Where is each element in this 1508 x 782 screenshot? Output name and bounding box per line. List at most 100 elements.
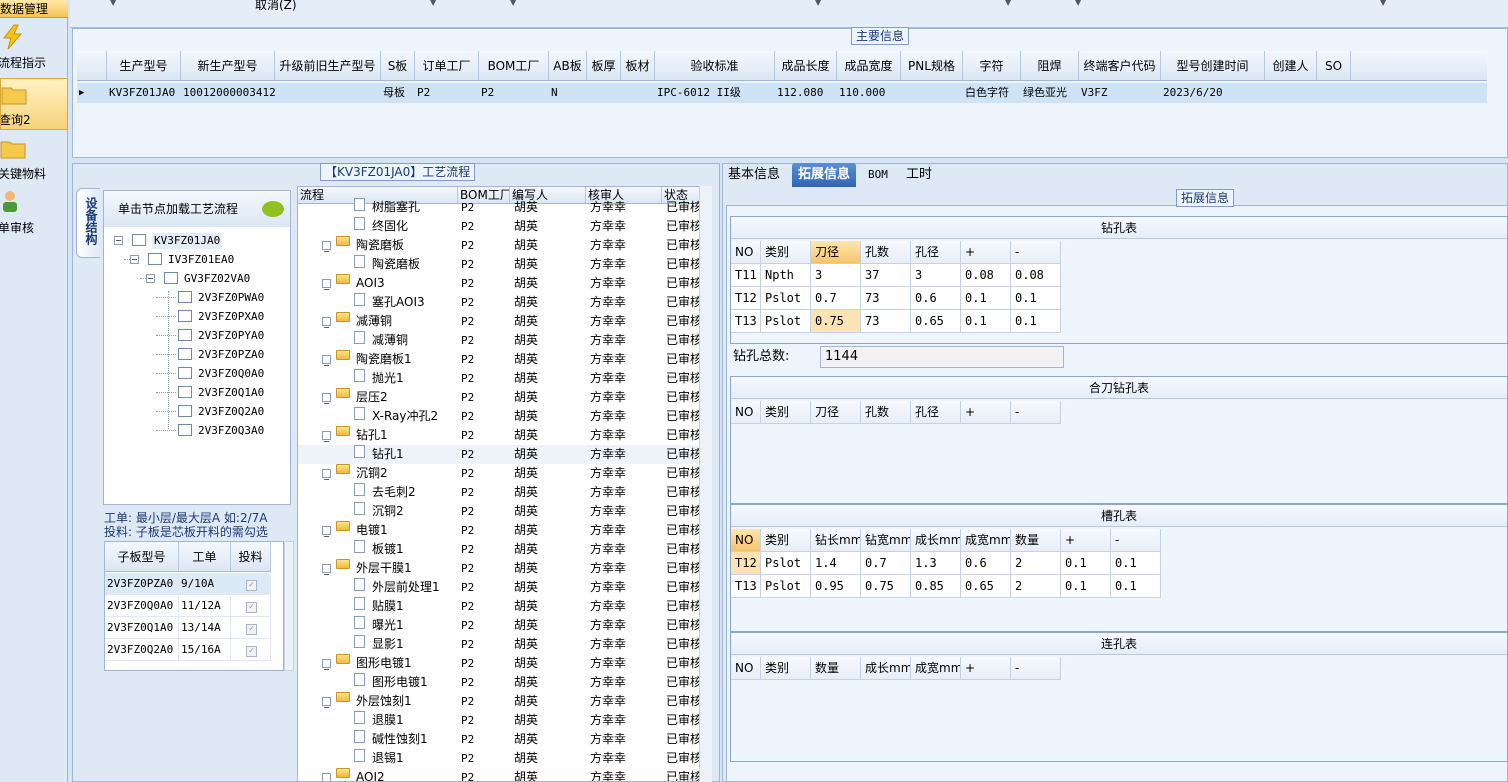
column-header[interactable]: 数量 — [811, 657, 861, 680]
nav-item-process-guide[interactable]: 流程指示 — [0, 22, 68, 74]
column-header[interactable]: 型号创建时间 — [1161, 51, 1265, 80]
column-header[interactable]: NO — [731, 241, 761, 264]
flow-step-row[interactable]: 终固化 P2 胡英 方幸幸 已审核 — [298, 217, 702, 236]
column-header[interactable]: 验收标准 — [655, 51, 775, 80]
column-header[interactable]: 阻焊 — [1021, 51, 1079, 80]
flow-step-row[interactable]: 抛光1 P2 胡英 方幸幸 已审核 — [298, 369, 702, 388]
flow-group-row[interactable]: − 陶瓷磨板 P2 胡英 方幸幸 已审核 — [298, 236, 702, 256]
table-cell-selected[interactable]: T12 — [731, 552, 761, 575]
collapse-toggle-icon[interactable]: − — [130, 255, 139, 264]
nav-item-query2[interactable]: 查询2 — [0, 78, 68, 130]
column-header[interactable]: 类别 — [761, 241, 811, 264]
collapse-toggle-icon[interactable]: − — [322, 317, 331, 332]
collapse-toggle-icon[interactable]: − — [322, 469, 331, 484]
table-row[interactable]: 2V3FZ0Q1A0 13/14A ✓ — [105, 617, 271, 639]
flow-step-row[interactable]: 板镀1 P2 胡英 方幸幸 已审核 — [298, 540, 702, 559]
column-header[interactable]: - — [1111, 529, 1161, 552]
column-header[interactable]: + — [961, 401, 1011, 424]
column-header[interactable]: 刀径 — [811, 401, 861, 424]
column-header[interactable]: 成长mm — [911, 529, 961, 552]
column-header[interactable]: + — [961, 241, 1011, 264]
tree-node[interactable]: 2V3FZ0PZA0 — [198, 347, 264, 363]
table-row[interactable]: ▶ KV3FZ01JA0 10012000003412 母板 P2 P2 N I… — [77, 83, 1487, 103]
flow-step-row[interactable]: 塞孔AOI3 P2 胡英 方幸幸 已审核 — [298, 293, 702, 312]
column-header[interactable]: 钻宽mm — [861, 529, 911, 552]
flow-group-row[interactable]: − 外层干膜1 P2 胡英 方幸幸 已审核 — [298, 559, 702, 579]
chevron-down-icon[interactable]: ▼ — [1005, 0, 1013, 7]
table-row[interactable]: T11 Npth 3 37 3 0.08 0.08 — [731, 264, 1061, 287]
flow-group-row[interactable]: − AOI3 P2 胡英 方幸幸 已审核 — [298, 274, 702, 294]
column-header[interactable]: 终端客户代码 — [1079, 51, 1161, 80]
flow-step-row[interactable]: 去毛刺2 P2 胡英 方幸幸 已审核 — [298, 483, 702, 502]
column-header[interactable]: 钻长mm — [811, 529, 861, 552]
tab-basic-info[interactable]: 基本信息 — [722, 163, 786, 187]
tree-node[interactable]: GV3FZ02VA0 — [184, 271, 250, 287]
flow-step-row[interactable]: 钻孔1 P2 胡英 方幸幸 已审核 — [298, 445, 702, 464]
flow-group-row[interactable]: − 外层蚀刻1 P2 胡英 方幸幸 已审核 — [298, 692, 702, 712]
column-header[interactable]: - — [1011, 401, 1061, 424]
column-header[interactable]: 刀径 — [811, 241, 861, 264]
table-row[interactable]: T13 Pslot 0.95 0.75 0.85 0.65 2 0.1 0.1 — [731, 575, 1161, 598]
flow-step-row[interactable]: 显影1 P2 胡英 方幸幸 已审核 — [298, 635, 702, 654]
column-header[interactable]: SO — [1317, 51, 1351, 80]
collapse-toggle-icon[interactable]: − — [146, 274, 155, 283]
tab-bom[interactable]: BOM — [862, 163, 894, 187]
column-header[interactable]: 板厚 — [587, 51, 621, 80]
feed-checkbox[interactable]: ✓ — [231, 639, 271, 660]
flow-step-row[interactable]: 碱性蚀刻1 P2 胡英 方幸幸 已审核 — [298, 730, 702, 749]
tree-node[interactable]: KV3FZ01JA0 — [152, 233, 223, 249]
collapse-toggle-icon[interactable]: − — [322, 279, 331, 294]
column-header[interactable]: 生产型号 — [107, 51, 181, 80]
column-header[interactable]: - — [1011, 241, 1061, 264]
column-header[interactable]: 字符 — [963, 51, 1021, 80]
column-header[interactable]: 成品长度 — [775, 51, 837, 80]
column-header[interactable]: 新生产型号 — [181, 51, 275, 80]
column-header[interactable]: 孔径 — [911, 401, 961, 424]
column-header[interactable]: 孔径 — [911, 241, 961, 264]
column-header[interactable]: 孔数 — [861, 241, 911, 264]
column-header[interactable]: PNL规格 — [901, 51, 963, 80]
table-row[interactable]: 2V3FZ0Q0A0 11/12A ✓ — [105, 595, 271, 617]
column-header[interactable]: 类别 — [761, 529, 811, 552]
column-header[interactable]: NO — [731, 657, 761, 680]
column-header[interactable]: - — [1011, 657, 1061, 680]
column-header[interactable]: + — [961, 657, 1011, 680]
column-header[interactable]: 孔数 — [861, 401, 911, 424]
flow-group-row[interactable]: − 图形电镀1 P2 胡英 方幸幸 已审核 — [298, 654, 702, 674]
flow-step-row[interactable]: 图形电镀1 P2 胡英 方幸幸 已审核 — [298, 673, 702, 692]
tree-node[interactable]: 2V3FZ0Q0A0 — [198, 366, 264, 382]
flow-step-row[interactable]: 退膜1 P2 胡英 方幸幸 已审核 — [298, 711, 702, 730]
flow-scrollbar[interactable] — [699, 186, 712, 782]
nav-header[interactable]: 数据管理 — [0, 0, 68, 18]
table-row[interactable]: T12 Pslot 1.4 0.7 1.3 0.6 2 0.1 0.1 — [731, 552, 1161, 575]
chevron-down-icon[interactable]: ▼ — [510, 0, 518, 7]
chevron-down-icon[interactable]: ▼ — [110, 0, 118, 7]
flow-group-row[interactable]: − 电镀1 P2 胡英 方幸幸 已审核 — [298, 521, 702, 541]
tree-node[interactable]: IV3FZ01EA0 — [168, 252, 234, 268]
column-header[interactable]: 成宽mm — [961, 529, 1011, 552]
column-header[interactable]: 成长mm — [861, 657, 911, 680]
column-header[interactable]: 成宽mm — [911, 657, 961, 680]
tree-node[interactable]: 2V3FZ0Q3A0 — [198, 423, 264, 439]
tree-node[interactable]: 2V3FZ0Q2A0 — [198, 404, 264, 420]
flow-group-row[interactable]: − AOI2 P2 胡英 方幸幸 已审核 — [298, 768, 702, 781]
flow-step-row[interactable]: 曝光1 P2 胡英 方幸幸 已审核 — [298, 616, 702, 635]
tree-node[interactable]: 2V3FZ0Q1A0 — [198, 385, 264, 401]
chevron-down-icon[interactable]: ▼ — [815, 0, 823, 7]
flow-group-row[interactable]: − 钻孔1 P2 胡英 方幸幸 已审核 — [298, 426, 702, 446]
column-header[interactable]: + — [1061, 529, 1111, 552]
column-header[interactable]: NO — [731, 529, 761, 552]
flow-group-row[interactable]: − 陶瓷磨板1 P2 胡英 方幸幸 已审核 — [298, 350, 702, 370]
flow-step-row[interactable]: 减薄铜 P2 胡英 方幸幸 已审核 — [298, 331, 702, 350]
chevron-down-icon[interactable]: ▼ — [1380, 0, 1388, 7]
column-header[interactable]: 类别 — [761, 657, 811, 680]
collapse-toggle-icon[interactable]: − — [322, 431, 331, 446]
column-header[interactable]: NO — [731, 401, 761, 424]
table-row[interactable]: 2V3FZ0Q2A0 15/16A ✓ — [105, 639, 271, 661]
collapse-toggle-icon[interactable]: − — [322, 393, 331, 408]
flow-group-row[interactable]: − 沉铜2 P2 胡英 方幸幸 已审核 — [298, 464, 702, 484]
collapse-toggle-icon[interactable]: − — [322, 697, 331, 712]
column-header[interactable]: 成品宽度 — [837, 51, 901, 80]
column-header[interactable]: 数量 — [1011, 529, 1061, 552]
table-row[interactable]: T13 Pslot 0.75 73 0.65 0.1 0.1 — [731, 310, 1061, 333]
